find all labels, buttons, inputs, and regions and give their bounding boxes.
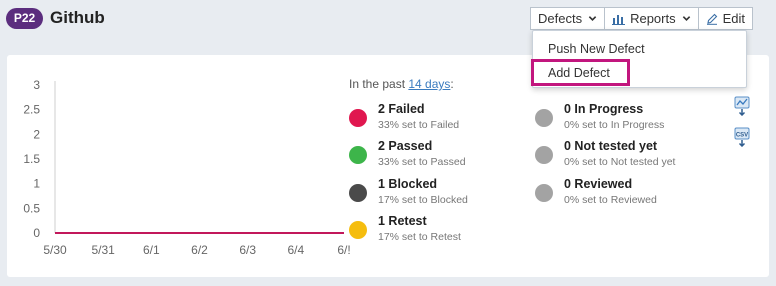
stat-label: 2 Passed bbox=[378, 139, 433, 153]
status-dot-blocked bbox=[349, 184, 367, 202]
stat-failed: 2 Failed 33% set to Failed bbox=[349, 102, 539, 138]
y-tick-label: 0 bbox=[33, 226, 40, 240]
y-tick-label: 3 bbox=[33, 78, 40, 92]
chevron-down-icon bbox=[682, 16, 690, 21]
y-tick-label: 2 bbox=[33, 127, 40, 141]
stat-in-progress: 0 In Progress 0% set to In Progress bbox=[535, 102, 725, 138]
edit-button[interactable]: Edit bbox=[697, 7, 754, 30]
stat-sub: 17% set to Retest bbox=[378, 231, 461, 243]
page-title: Github bbox=[50, 8, 105, 27]
project-badge: P22 bbox=[6, 8, 43, 29]
status-dot-retest bbox=[349, 221, 367, 239]
csv-icon-text: CSV bbox=[736, 133, 748, 139]
stat-sub: 17% set to Blocked bbox=[378, 194, 468, 206]
add-defect-highlight bbox=[531, 59, 630, 86]
defects-button[interactable]: Defects bbox=[530, 7, 606, 30]
stat-sub: 0% set to In Progress bbox=[564, 119, 665, 131]
y-tick-label: 1.5 bbox=[23, 152, 40, 166]
chevron-down-icon bbox=[588, 16, 597, 21]
stat-label: 1 Retest bbox=[378, 214, 427, 228]
period-link[interactable]: 14 days bbox=[408, 77, 450, 91]
stat-sub: 33% set to Failed bbox=[378, 119, 460, 131]
stat-blocked: 1 Blocked 17% set to Blocked bbox=[349, 177, 539, 213]
stat-label: 0 Not tested yet bbox=[564, 139, 658, 153]
defects-label: Defects bbox=[538, 11, 583, 26]
x-tick-label: 5/31 bbox=[91, 243, 115, 257]
chart-download-icon[interactable] bbox=[734, 96, 750, 116]
reports-button[interactable]: Reports bbox=[604, 7, 699, 30]
csv-download-icon[interactable]: CSV bbox=[734, 127, 750, 147]
push-new-defect-item[interactable]: Push New Defect bbox=[548, 42, 645, 56]
activity-chart: 0 0.5 1 1.5 2 2.5 3 5/30 5/31 6/1 6/2 6/3 6/4 6/! bbox=[7, 55, 367, 277]
x-tick-label: 6/1 bbox=[143, 243, 160, 257]
y-tick-label: 0.5 bbox=[23, 201, 40, 215]
status-dot-not-tested bbox=[535, 146, 553, 164]
stat-passed: 2 Passed 33% set to Passed bbox=[349, 139, 539, 175]
x-tick-label: 6/3 bbox=[239, 243, 256, 257]
stat-not-tested: 0 Not tested yet 0% set to Not tested ye… bbox=[535, 139, 725, 175]
toolbar: Defects Reports Edit bbox=[530, 7, 754, 30]
x-tick-label: 6/4 bbox=[287, 243, 304, 257]
bar-chart-icon bbox=[612, 14, 626, 25]
stat-retest: 1 Retest 17% set to Retest bbox=[349, 214, 539, 250]
stat-label: 0 In Progress bbox=[564, 102, 644, 116]
chart-svg: 00.511.522.535/30 5/31 6/1 6/2 6/3 6/4 6/! bbox=[23, 78, 350, 257]
status-dot-reviewed bbox=[535, 184, 553, 202]
y-tick-label: 1 bbox=[33, 177, 40, 191]
status-dot-in-progress bbox=[535, 109, 553, 127]
stat-reviewed: 0 Reviewed 0% set to Reviewed bbox=[535, 177, 725, 213]
pencil-icon bbox=[706, 13, 717, 25]
stat-label: 2 Failed bbox=[378, 102, 425, 116]
stats-suffix: : bbox=[450, 77, 454, 91]
y-tick-label: 2.5 bbox=[23, 103, 40, 117]
stats-period: In the past 14 days: bbox=[349, 77, 454, 91]
reports-label: Reports bbox=[630, 11, 676, 26]
stat-label: 1 Blocked bbox=[378, 177, 438, 191]
stat-label: 0 Reviewed bbox=[564, 177, 633, 191]
x-tick-label: 6/2 bbox=[191, 243, 208, 257]
stat-sub: 0% set to Not tested yet bbox=[564, 156, 676, 168]
status-dot-passed bbox=[349, 146, 367, 164]
status-dot-failed bbox=[349, 109, 367, 127]
edit-label: Edit bbox=[722, 11, 746, 26]
stat-sub: 33% set to Passed bbox=[378, 156, 466, 168]
x-tick-label: 5/30 bbox=[43, 243, 67, 257]
stats-prefix: In the past bbox=[349, 77, 409, 91]
stat-sub: 0% set to Reviewed bbox=[564, 194, 657, 206]
summary-card: 0 0.5 1 1.5 2 2.5 3 5/30 5/31 6/1 6/2 6/3 6/4 6/! In … bbox=[7, 55, 769, 277]
